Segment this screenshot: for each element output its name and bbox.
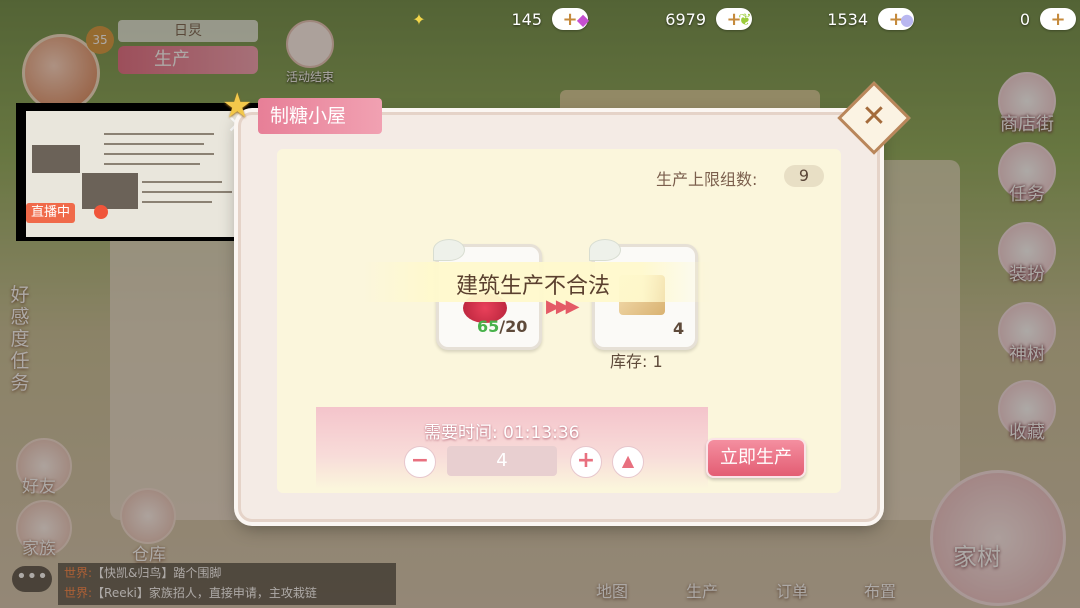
currency-pearl: ● 0 + [894, 4, 1076, 34]
currency-stars: ✦ 145 + [406, 4, 588, 34]
currency-candy: ◆ 6979 + [570, 4, 752, 34]
leaf-decoration-icon [433, 239, 465, 261]
record-dot-icon [94, 205, 108, 219]
currency-leaf: ❦ 1534 + [732, 4, 914, 34]
max-quantity-button[interactable]: ▲ [612, 446, 644, 478]
required-time: 需要时间: 01:13:36 [424, 423, 580, 443]
decrease-quantity-button[interactable]: − [404, 446, 436, 478]
stock-label: 库存: 1 [610, 352, 663, 371]
arrow-icon: ▶▶▶ [546, 296, 579, 317]
leaf-icon: ❦ [738, 9, 752, 29]
currency-value: 0 [1019, 9, 1030, 29]
leaf-decoration-icon [589, 239, 621, 261]
production-limit-label: 生产上限组数: [656, 170, 758, 189]
input-count: 65/20 [477, 317, 528, 336]
add-pearl-button[interactable]: + [1040, 8, 1076, 30]
star-sparkle-icon: ✦ [412, 9, 426, 29]
production-limit-value: 9 [784, 165, 824, 187]
modal-title: 制糖小屋 [258, 98, 382, 134]
live-status-badge: 直播中 [26, 203, 76, 223]
output-count: 4 [673, 319, 685, 338]
close-icon: ✕ [861, 99, 887, 134]
star-icon: ★ [222, 86, 253, 126]
currency-value: 6979 [665, 9, 706, 29]
increase-quantity-button[interactable]: + [570, 446, 602, 478]
quantity-input[interactable]: 4 [447, 446, 557, 476]
produce-now-button[interactable]: 立即生产 [706, 438, 806, 478]
error-message: 建筑生产不合法 [456, 274, 611, 299]
candy-icon: ◆ [576, 9, 590, 29]
currency-value: 1534 [827, 9, 868, 29]
currency-bar: ✦ 145 + ◆ 6979 + ❦ 1534 + ● 0 + [400, 4, 1080, 34]
pearl-icon: ● [900, 9, 914, 29]
currency-value: 145 [511, 9, 542, 29]
